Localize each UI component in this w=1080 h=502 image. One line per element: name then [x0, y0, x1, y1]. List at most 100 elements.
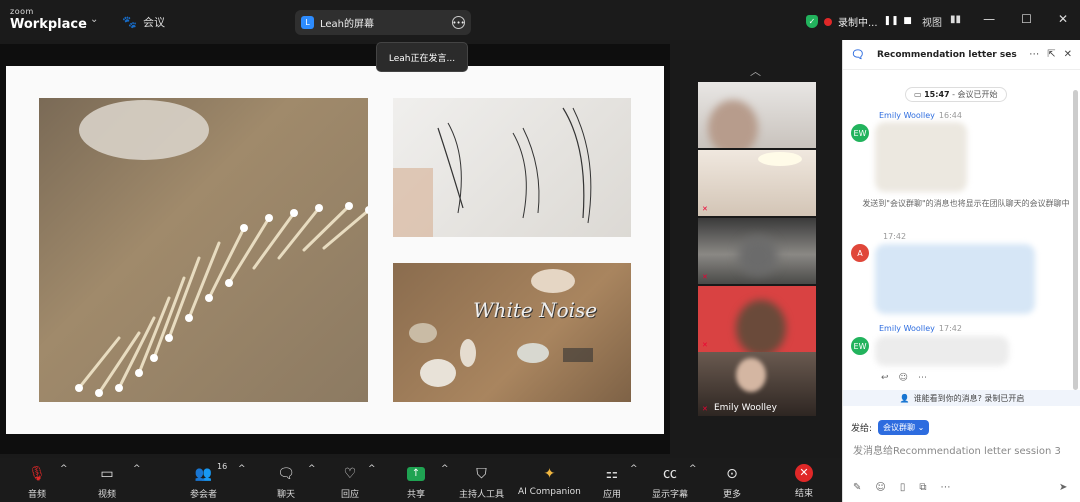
more-options-icon[interactable]: ⋯: [1029, 49, 1039, 60]
zoom-window: zoom Workplace ⌄ 🐾 会议 L Leah的屏幕 ••• ✓ 录制…: [0, 0, 1080, 502]
emoji-icon[interactable]: ☺: [875, 482, 885, 493]
chevron-up-icon[interactable]: ^: [630, 464, 638, 474]
chevron-up-icon[interactable]: ^: [60, 464, 68, 474]
more-options-icon: ⊙: [726, 466, 738, 482]
host-tools-label: 主持人工具: [459, 490, 505, 500]
who-can-see-banner[interactable]: 👤 谁能看到你的消息? 录制已开启: [843, 390, 1080, 406]
format-icon[interactable]: ✎: [853, 482, 861, 493]
screenshot-icon[interactable]: ⧉: [919, 482, 926, 493]
muted-mic-icon: 🎙: [28, 466, 46, 482]
message-bubble-redacted: [875, 244, 1035, 314]
host-tools-button[interactable]: ⛉ 主持人工具: [459, 464, 504, 500]
avatar[interactable]: A: [851, 244, 869, 262]
video-camera-icon: ▭: [914, 90, 922, 99]
pop-out-icon[interactable]: ⇱: [1047, 49, 1055, 60]
maximize-icon[interactable]: ☐: [1021, 12, 1032, 26]
video-camera-icon: ▭: [100, 466, 114, 482]
apps-button[interactable]: ⚏ 应用: [603, 464, 621, 500]
participant-tile[interactable]: ✕: [698, 218, 816, 284]
minimize-icon[interactable]: —: [983, 12, 995, 26]
ai-companion-label: AI Companion: [518, 487, 581, 497]
more-label: 更多: [723, 490, 742, 500]
sender-name: Emily Woolley: [879, 324, 935, 333]
video-button[interactable]: ▭ 视频: [98, 464, 116, 500]
chat-input[interactable]: 发消息给Recommendation letter session 3: [853, 442, 1077, 457]
more-options-icon[interactable]: ⋯: [918, 373, 927, 383]
message-reactions: ↩ ☺ ⋯: [881, 373, 927, 383]
react-button[interactable]: ♡ 回应: [341, 464, 359, 500]
chevron-up-icon[interactable]: ︿: [750, 63, 761, 79]
ceiling-light-shape: [758, 152, 802, 166]
view-menu[interactable]: 视图 ▮▮: [922, 14, 961, 29]
message-header: 17:42: [879, 232, 906, 241]
message-header: Emily Woolley 17:42: [879, 324, 962, 333]
window-controls: — ☐ ✕: [983, 12, 1068, 26]
stop-recording-icon[interactable]: ■: [902, 16, 914, 28]
logo-workplace-text: Workplace: [10, 17, 87, 32]
screen-share-indicator[interactable]: L Leah的屏幕 •••: [295, 10, 471, 35]
meeting-toolbar: 🎙 音频 ^ ▭ 视频 ^ 👥 参会者 16 ^ 🗨 聊天 ^ ♡ 回应 ^ ↑…: [0, 458, 842, 502]
participant-count: 16: [217, 462, 228, 471]
muted-mic-icon: ✕: [702, 341, 708, 349]
ai-companion-button[interactable]: ✦ AI Companion: [518, 464, 581, 497]
send-icon[interactable]: ➤: [1059, 482, 1067, 493]
share-pill-text: Leah的屏幕: [320, 19, 375, 30]
plate-shape: [79, 100, 209, 160]
chevron-up-icon[interactable]: ^: [238, 464, 246, 474]
chevron-up-icon[interactable]: ^: [308, 464, 316, 474]
avatar[interactable]: EW: [851, 124, 869, 142]
chat-button[interactable]: 🗨 聊天: [277, 464, 295, 500]
more-button[interactable]: ⊙ 更多: [723, 464, 741, 500]
mood-board-title: White Noise: [473, 298, 598, 322]
file-icon[interactable]: ▯: [900, 482, 906, 493]
participant-tile[interactable]: ✕: [698, 150, 816, 216]
chat-header-actions: ⋯ ⇱ ✕: [1029, 49, 1072, 60]
chat-panel: 🗨 Recommendation letter session 3 ⋯ ⇱ ✕ …: [842, 40, 1080, 502]
chevron-up-icon[interactable]: ^: [689, 464, 697, 474]
shield-icon: ⛉: [476, 466, 487, 482]
top-bar: zoom Workplace ⌄ 🐾 会议 L Leah的屏幕 ••• ✓ 录制…: [0, 0, 1080, 40]
meeting-menu[interactable]: 🐾 会议: [122, 14, 165, 30]
participant-name: Emily Woolley: [714, 403, 777, 413]
participants-button[interactable]: 👥 参会者: [190, 464, 217, 500]
view-grid-icon: ▮▮: [950, 14, 962, 25]
share-button[interactable]: ↑ 共享: [407, 464, 425, 500]
close-icon[interactable]: ✕: [1058, 12, 1068, 26]
more-options-icon[interactable]: •••: [452, 16, 465, 29]
avatar[interactable]: EW: [851, 337, 869, 355]
send-to-label: 发给:: [851, 424, 873, 434]
close-icon: ✕: [795, 464, 813, 482]
participants-label: 参会者: [190, 490, 218, 500]
participant-face: [708, 100, 758, 148]
send-to-dropdown[interactable]: 会议群聊 ⌄: [878, 420, 930, 435]
scrollbar[interactable]: [1073, 90, 1078, 390]
audio-button[interactable]: 🎙 音频: [28, 464, 46, 500]
chevron-up-icon[interactable]: ^: [441, 464, 449, 474]
swab-arc-graphic: [75, 202, 368, 397]
message-time: 16:44: [938, 111, 962, 120]
captions-button[interactable]: ㏄ 显示字幕: [652, 464, 688, 500]
emoji-icon[interactable]: ☺: [899, 373, 908, 383]
chevron-down-icon[interactable]: ⌄: [90, 14, 98, 25]
more-options-icon[interactable]: ⋯: [940, 482, 950, 493]
message-bubble-redacted: [875, 122, 967, 192]
participant-tile[interactable]: [698, 82, 816, 148]
participant-tile[interactable]: ✕: [698, 286, 816, 352]
end-meeting-button[interactable]: ✕ 结束: [795, 464, 813, 499]
logo-zoom-text: zoom: [10, 7, 34, 16]
chat-header: 🗨 Recommendation letter session 3 ⋯ ⇱ ✕: [843, 40, 1080, 70]
sketch-drawing-photo: [393, 98, 631, 237]
pause-recording-icon[interactable]: ❚❚: [884, 16, 899, 28]
participant-tile[interactable]: ✕ Emily Woolley: [698, 352, 816, 416]
zoom-logo: zoom Workplace: [10, 7, 87, 32]
chevron-up-icon[interactable]: ^: [133, 464, 141, 474]
participant-face: [736, 358, 766, 392]
chevron-up-icon[interactable]: ^: [368, 464, 376, 474]
chat-input-tools: ✎ ☺ ▯ ⧉ ⋯ ➤: [853, 482, 1067, 493]
reply-icon[interactable]: ↩: [881, 373, 889, 383]
close-icon[interactable]: ✕: [1064, 49, 1072, 60]
sharer-avatar: L: [301, 16, 314, 29]
shield-icon[interactable]: ✓: [806, 15, 818, 28]
recording-dot-icon: [824, 17, 832, 26]
end-label: 结束: [795, 489, 814, 499]
